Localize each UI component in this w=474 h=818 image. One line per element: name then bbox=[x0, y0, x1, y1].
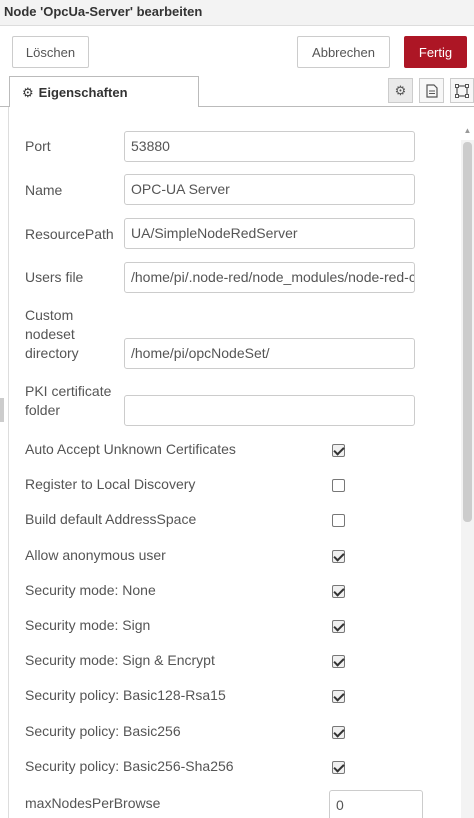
checkbox-label: Build default AddressSpace bbox=[25, 511, 197, 527]
checkbox[interactable] bbox=[332, 444, 345, 457]
vertical-scrollbar[interactable] bbox=[461, 140, 474, 818]
document-icon bbox=[425, 83, 438, 98]
max-nodes-input[interactable]: 0 bbox=[329, 790, 423, 818]
checkbox[interactable] bbox=[332, 761, 345, 774]
dialog-toolbar: Löschen Abbrechen Fertig bbox=[0, 26, 474, 76]
custom-nodeset-label-line2: nodeset bbox=[25, 326, 75, 342]
resource-path-label: ResourcePath bbox=[25, 226, 114, 242]
pki-folder-input[interactable] bbox=[124, 395, 415, 426]
pki-folder-label-line2: folder bbox=[25, 402, 61, 418]
scroll-up-arrow-icon[interactable]: ▲ bbox=[461, 122, 474, 140]
gear-icon: ⚙ bbox=[394, 82, 407, 98]
pki-folder-label-line1: PKI certificate bbox=[25, 383, 112, 399]
users-file-input[interactable]: /home/pi/.node-red/node_modules/node-red… bbox=[124, 262, 415, 293]
checkbox-label: Security policy: Basic256 bbox=[25, 723, 181, 739]
appearance-tab-icon[interactable] bbox=[450, 78, 474, 103]
name-input[interactable]: OPC-UA Server bbox=[124, 174, 415, 205]
resource-path-input[interactable]: UA/SimpleNodeRedServer bbox=[124, 218, 415, 249]
custom-nodeset-label-line3: directory bbox=[25, 345, 79, 361]
done-button[interactable]: Fertig bbox=[404, 36, 467, 68]
settings-tab-icon[interactable]: ⚙ bbox=[388, 78, 413, 103]
max-nodes-label: maxNodesPerBrowse bbox=[25, 795, 161, 811]
checkbox[interactable] bbox=[332, 514, 345, 527]
custom-nodeset-input[interactable]: /home/pi/opcNodeSet/ bbox=[124, 338, 415, 369]
checkbox-label: Security policy: Basic256-Sha256 bbox=[25, 758, 234, 774]
checkbox[interactable] bbox=[332, 690, 345, 703]
port-input[interactable]: 53880 bbox=[124, 131, 415, 162]
name-label: Name bbox=[25, 182, 63, 198]
checkbox-label: Register to Local Discovery bbox=[25, 476, 196, 492]
appearance-icon bbox=[455, 83, 469, 98]
checkbox[interactable] bbox=[332, 585, 345, 598]
users-file-label: Users file bbox=[25, 269, 84, 285]
checkbox[interactable] bbox=[332, 655, 345, 668]
checkbox-label: Auto Accept Unknown Certificates bbox=[25, 441, 236, 457]
checkbox[interactable] bbox=[332, 550, 345, 563]
checkbox-label: Security mode: Sign & Encrypt bbox=[25, 652, 215, 668]
checkbox[interactable] bbox=[332, 479, 345, 492]
port-label: Port bbox=[25, 138, 51, 154]
gear-icon: ⚙ bbox=[22, 85, 34, 100]
dialog-titlebar: Node 'OpcUa-Server' bearbeiten bbox=[0, 0, 474, 26]
delete-button[interactable]: Löschen bbox=[12, 36, 89, 68]
tab-bar: ⚙ Eigenschaften ⚙ bbox=[0, 76, 474, 108]
description-tab-icon[interactable] bbox=[419, 78, 444, 103]
checkbox-label: Security policy: Basic128-Rsa15 bbox=[25, 687, 226, 703]
tab-properties-label: Eigenschaften bbox=[38, 85, 128, 100]
checkbox-label: Security mode: None bbox=[25, 582, 156, 598]
cancel-button[interactable]: Abbrechen bbox=[297, 36, 390, 68]
custom-nodeset-label-line1: Custom bbox=[25, 307, 74, 323]
checkbox-label: Allow anonymous user bbox=[25, 547, 166, 563]
tab-properties[interactable]: ⚙ Eigenschaften bbox=[9, 76, 199, 108]
properties-panel bbox=[8, 107, 474, 818]
checkbox[interactable] bbox=[332, 726, 345, 739]
checkbox-label: Security mode: Sign bbox=[25, 617, 151, 633]
resize-handle[interactable] bbox=[0, 398, 4, 422]
dialog-title: Node 'OpcUa-Server' bearbeiten bbox=[4, 4, 203, 19]
checkbox[interactable] bbox=[332, 620, 345, 633]
scrollbar-thumb[interactable] bbox=[463, 142, 472, 522]
